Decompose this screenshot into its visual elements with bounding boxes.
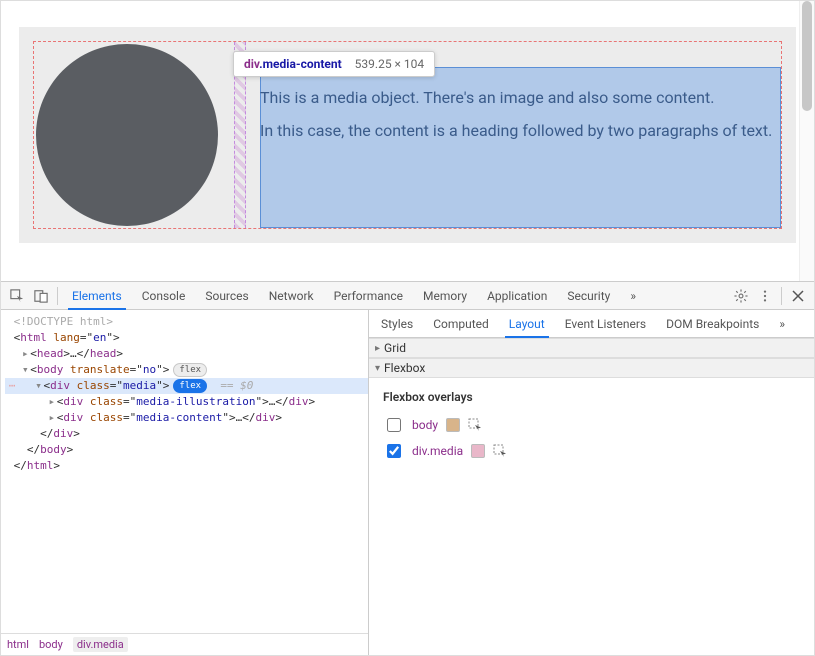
- overlay-color-swatch[interactable]: [471, 444, 485, 458]
- page-viewport[interactable]: Media Object This is a media object. The…: [1, 1, 814, 282]
- media-paragraph-1: This is a media object. There's an image…: [260, 88, 777, 107]
- toolbar-separator: [781, 287, 782, 305]
- dom-body-close[interactable]: </body>: [5, 442, 368, 458]
- dom-media-close[interactable]: </div>: [5, 426, 368, 442]
- overlay-highlight-icon[interactable]: [493, 444, 507, 458]
- close-devtools-icon[interactable]: [786, 285, 810, 307]
- more-menu-icon[interactable]: [753, 285, 777, 307]
- grid-section-header[interactable]: ▸ Grid: [369, 338, 814, 358]
- device-toolbar-icon[interactable]: [29, 285, 53, 307]
- flexbox-section-header[interactable]: ▾ Flexbox: [369, 358, 814, 378]
- side-tab-styles[interactable]: Styles: [371, 310, 423, 337]
- side-tab-computed[interactable]: Computed: [423, 310, 499, 337]
- dom-illustration[interactable]: ▸<div class="media-illustration">…</div>: [5, 394, 368, 410]
- flexbox-section-label: Flexbox: [384, 361, 425, 375]
- overlays-title: Flexbox overlays: [383, 390, 804, 404]
- dom-selected-row[interactable]: ⋯ ▾<div class="media">flex == $0: [5, 378, 368, 394]
- chevron-right-icon: ▸: [375, 343, 380, 354]
- overlay-color-swatch[interactable]: [446, 418, 460, 432]
- side-tabs: StylesComputedLayoutEvent ListenersDOM B…: [369, 310, 814, 338]
- flexbox-overlays: Flexbox overlays body div.media: [369, 378, 814, 470]
- main-tab-memory[interactable]: Memory: [413, 282, 477, 309]
- overlay-checkbox[interactable]: [387, 418, 401, 432]
- grid-section-label: Grid: [384, 341, 406, 355]
- main-tabs-overflow[interactable]: »: [620, 289, 646, 303]
- circle-image-placeholder: [36, 44, 218, 226]
- main-tab-network[interactable]: Network: [259, 282, 324, 309]
- inspect-tooltip: div.media-content 539.25 × 104: [233, 51, 435, 77]
- side-tab-event-listeners[interactable]: Event Listeners: [555, 310, 656, 337]
- media-paragraph-2: In this case, the content is a heading f…: [260, 121, 777, 140]
- overlay-row-body: body: [383, 412, 804, 438]
- scrollbar-thumb[interactable]: [802, 1, 812, 111]
- flex-badge-body[interactable]: flex: [173, 363, 207, 377]
- breadcrumb-item[interactable]: div.media: [73, 637, 128, 652]
- breadcrumb-item[interactable]: html: [7, 638, 29, 651]
- dom-tree[interactable]: <!DOCTYPE html> <html lang="en"> ▸<head>…: [1, 310, 368, 633]
- chevron-down-icon: ▾: [375, 363, 380, 374]
- viewport-scrollbar[interactable]: [799, 1, 814, 281]
- breadcrumb-item[interactable]: body: [39, 638, 63, 651]
- dom-content[interactable]: ▸<div class="media-content">…</div>: [5, 410, 368, 426]
- overlay-row-div-media: div.media: [383, 438, 804, 464]
- settings-gear-icon[interactable]: [729, 285, 753, 307]
- toolbar-separator: [57, 287, 58, 305]
- side-tabs-overflow[interactable]: »: [769, 310, 795, 337]
- devtools-toolbar: ElementsConsoleSourcesNetworkPerformance…: [1, 282, 814, 310]
- dom-body-open[interactable]: ▾<body translate="no">flex: [5, 362, 368, 378]
- overlay-name[interactable]: div.media: [412, 444, 463, 458]
- dom-head[interactable]: ▸<head>…</head>: [5, 346, 368, 362]
- styles-side-pane: StylesComputedLayoutEvent ListenersDOM B…: [369, 310, 814, 655]
- dom-html-open[interactable]: <html lang="en">: [5, 330, 368, 346]
- overlay-name[interactable]: body: [412, 418, 438, 432]
- overlay-checkbox[interactable]: [387, 444, 401, 458]
- dom-html-close[interactable]: </html>: [5, 458, 368, 474]
- breadcrumb-bar: html body div.media: [1, 633, 368, 655]
- tooltip-class: .media-content: [259, 57, 342, 71]
- overlay-highlight-icon[interactable]: [468, 418, 482, 432]
- tooltip-dimensions: 539.25 × 104: [355, 57, 424, 71]
- dom-doctype[interactable]: <!DOCTYPE html>: [5, 314, 368, 330]
- main-tab-application[interactable]: Application: [477, 282, 557, 309]
- devtools-body: <!DOCTYPE html> <html lang="en"> ▸<head>…: [1, 310, 814, 655]
- main-tab-elements[interactable]: Elements: [62, 282, 132, 309]
- flex-badge-media[interactable]: flex: [173, 379, 207, 393]
- side-tab-dom-breakpoints[interactable]: DOM Breakpoints: [656, 310, 769, 337]
- elements-dom-pane: <!DOCTYPE html> <html lang="en"> ▸<head>…: [1, 310, 369, 655]
- main-tab-console[interactable]: Console: [132, 282, 196, 309]
- main-tab-security[interactable]: Security: [557, 282, 620, 309]
- selection-marker: == $0: [220, 379, 253, 392]
- main-tabs: ElementsConsoleSourcesNetworkPerformance…: [62, 282, 620, 309]
- main-tab-performance[interactable]: Performance: [324, 282, 413, 309]
- side-tab-layout[interactable]: Layout: [499, 310, 555, 337]
- media-illustration: [34, 42, 220, 228]
- inspect-element-icon[interactable]: [5, 285, 29, 307]
- devtools-window: Media Object This is a media object. The…: [0, 0, 815, 656]
- layout-panel-body: ▸ Grid ▾ Flexbox Flexbox overlays body di…: [369, 338, 814, 655]
- tooltip-tag: div: [244, 57, 259, 71]
- main-tab-sources[interactable]: Sources: [195, 282, 258, 309]
